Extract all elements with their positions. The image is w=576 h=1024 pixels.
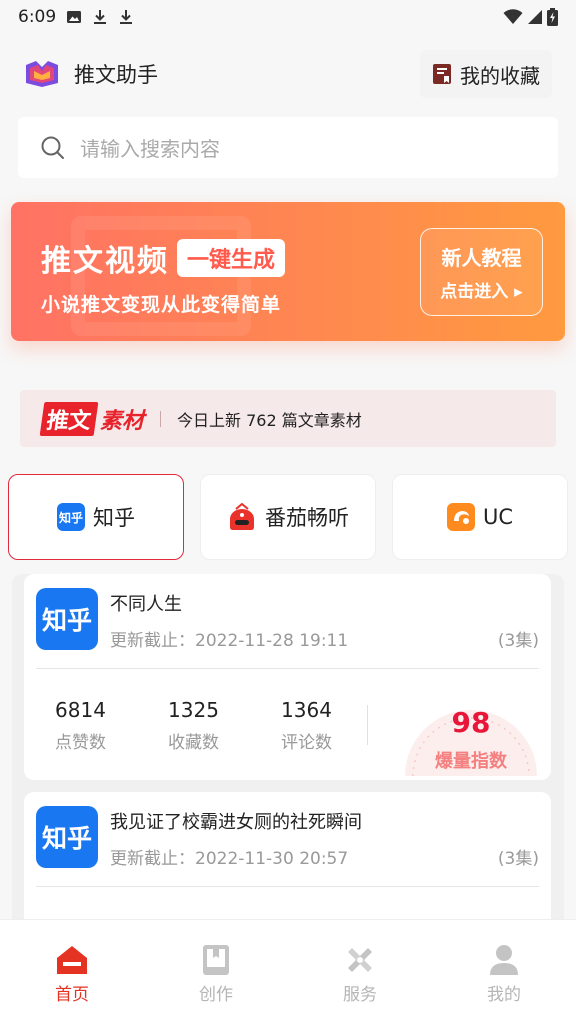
home-icon [57, 946, 87, 974]
tab-uc-label: UC [482, 505, 514, 529]
popularity-label: 爆量指数 [435, 750, 508, 772]
tab-fanqie[interactable]: 番茄畅听 [200, 474, 376, 560]
tab-zhihu-label: 知乎 [93, 506, 135, 530]
app-title: 推文助手 [74, 63, 158, 87]
popularity-score: 98 [452, 706, 491, 739]
nav-service[interactable]: 服务 [288, 920, 432, 1024]
article-episodes: (3集) [497, 631, 539, 651]
article-episodes: (3集) [497, 849, 539, 869]
stat-favorites: 1325 收藏数 [137, 698, 250, 753]
article-stats: 6814 点赞数 1325 收藏数 1364 评论数 98 爆量指数 [24, 670, 551, 780]
stat-comments: 1364 评论数 [250, 698, 363, 753]
stat-likes: 6814 点赞数 [24, 698, 137, 753]
platform-tabs: 知乎 知乎 番茄畅听 UC [8, 474, 568, 560]
article-updated: 更新截止：2022-11-28 19:11 [110, 631, 349, 651]
notice-text: 今日上新 762 篇文章素材 [177, 410, 362, 430]
article-title: 我见证了校霸进女厕的社死瞬间 [110, 812, 362, 833]
nav-create[interactable]: 创作 [144, 920, 288, 1024]
bottom-nav: 首页 创作 服务 我的 [0, 919, 576, 1024]
notice-divider [160, 410, 162, 427]
tools-icon [348, 948, 372, 972]
zhihu-logo-icon: 知乎 [36, 806, 98, 868]
tutorial-button[interactable]: 新人教程 点击进入 ▸ [420, 228, 543, 316]
status-time: 6:09 [18, 7, 57, 27]
tab-zhihu[interactable]: 知乎 知乎 [8, 474, 184, 560]
zhihu-logo-icon: 知乎 [36, 588, 98, 650]
material-notice[interactable]: 推文 素材 今日上新 762 篇文章素材 [20, 390, 556, 447]
article-list: 知乎 不同人生 更新截止：2022-11-28 19:11 (3集) 6814 … [12, 574, 564, 920]
banner-title: 推文视频 一键生成 [41, 236, 286, 280]
uc-browser-icon [446, 503, 475, 531]
user-icon [490, 945, 518, 975]
download-icon [94, 10, 107, 24]
nav-create-label: 创作 [199, 985, 233, 1005]
tomato-radio-icon [230, 503, 254, 530]
book-icon [203, 945, 229, 975]
notice-logo: 推文 素材 [39, 401, 145, 436]
stat-value: 1325 [168, 697, 219, 722]
article-card[interactable]: 知乎 我见证了校霸进女厕的社死瞬间 更新截止：2022-11-30 20:57 … [24, 792, 551, 920]
app-logo-icon [26, 61, 58, 87]
tab-uc[interactable]: UC [392, 474, 568, 560]
article-updated: 更新截止：2022-11-30 20:57 [110, 849, 349, 869]
stat-label: 评论数 [281, 732, 332, 753]
article-card-header: 知乎 我见证了校霸进女厕的社死瞬间 更新截止：2022-11-30 20:57 … [24, 792, 551, 888]
article-card-header: 知乎 不同人生 更新截止：2022-11-28 19:11 (3集) [24, 574, 551, 670]
stat-value: 6814 [55, 697, 106, 722]
stats-divider [367, 705, 368, 745]
search-icon [41, 136, 64, 159]
stat-value: 1364 [281, 697, 332, 722]
download-icon [120, 10, 133, 24]
popularity-gauge: 98 爆量指数 [405, 706, 537, 777]
article-card[interactable]: 知乎 不同人生 更新截止：2022-11-28 19:11 (3集) 6814 … [24, 574, 551, 780]
card-divider [36, 668, 539, 669]
nav-home[interactable]: 首页 [0, 920, 144, 1024]
card-divider [36, 886, 539, 887]
stat-label: 收藏数 [168, 732, 219, 753]
wifi-icon [503, 9, 523, 24]
image-icon [67, 11, 82, 23]
bookmark-book-icon [433, 64, 451, 84]
banner-subtitle: 小说推文变现从此变得简单 [41, 294, 282, 316]
status-bar: 6:09 [0, 0, 576, 34]
nav-service-label: 服务 [343, 985, 377, 1005]
search-input[interactable]: 请输入搜索内容 [18, 117, 558, 178]
banner-title-text: 推文视频 [41, 244, 169, 279]
zhihu-icon: 知乎 [57, 503, 85, 531]
article-title: 不同人生 [110, 594, 182, 615]
nav-home-label: 首页 [55, 985, 89, 1005]
banner-badge: 一键生成 [177, 239, 286, 277]
tutorial-button-line2: 点击进入 ▸ [440, 282, 523, 302]
app-header: 推文助手 我的收藏 [0, 44, 576, 104]
my-favorites-button[interactable]: 我的收藏 [420, 50, 552, 98]
notice-logo-part-a: 推文 [39, 401, 99, 436]
notice-logo-part-b: 素材 [100, 408, 145, 434]
battery-icon [547, 8, 558, 26]
search-placeholder: 请输入搜索内容 [80, 137, 220, 161]
tutorial-button-line1: 新人教程 [441, 246, 522, 270]
signal-icon [528, 10, 542, 24]
nav-profile[interactable]: 我的 [432, 920, 576, 1024]
stat-label: 点赞数 [55, 732, 106, 753]
my-favorites-label: 我的收藏 [460, 63, 540, 88]
promo-banner[interactable]: 推文视频 一键生成 小说推文变现从此变得简单 新人教程 点击进入 ▸ [11, 202, 565, 341]
nav-profile-label: 我的 [487, 985, 521, 1005]
tab-fanqie-label: 番茄畅听 [265, 506, 349, 530]
